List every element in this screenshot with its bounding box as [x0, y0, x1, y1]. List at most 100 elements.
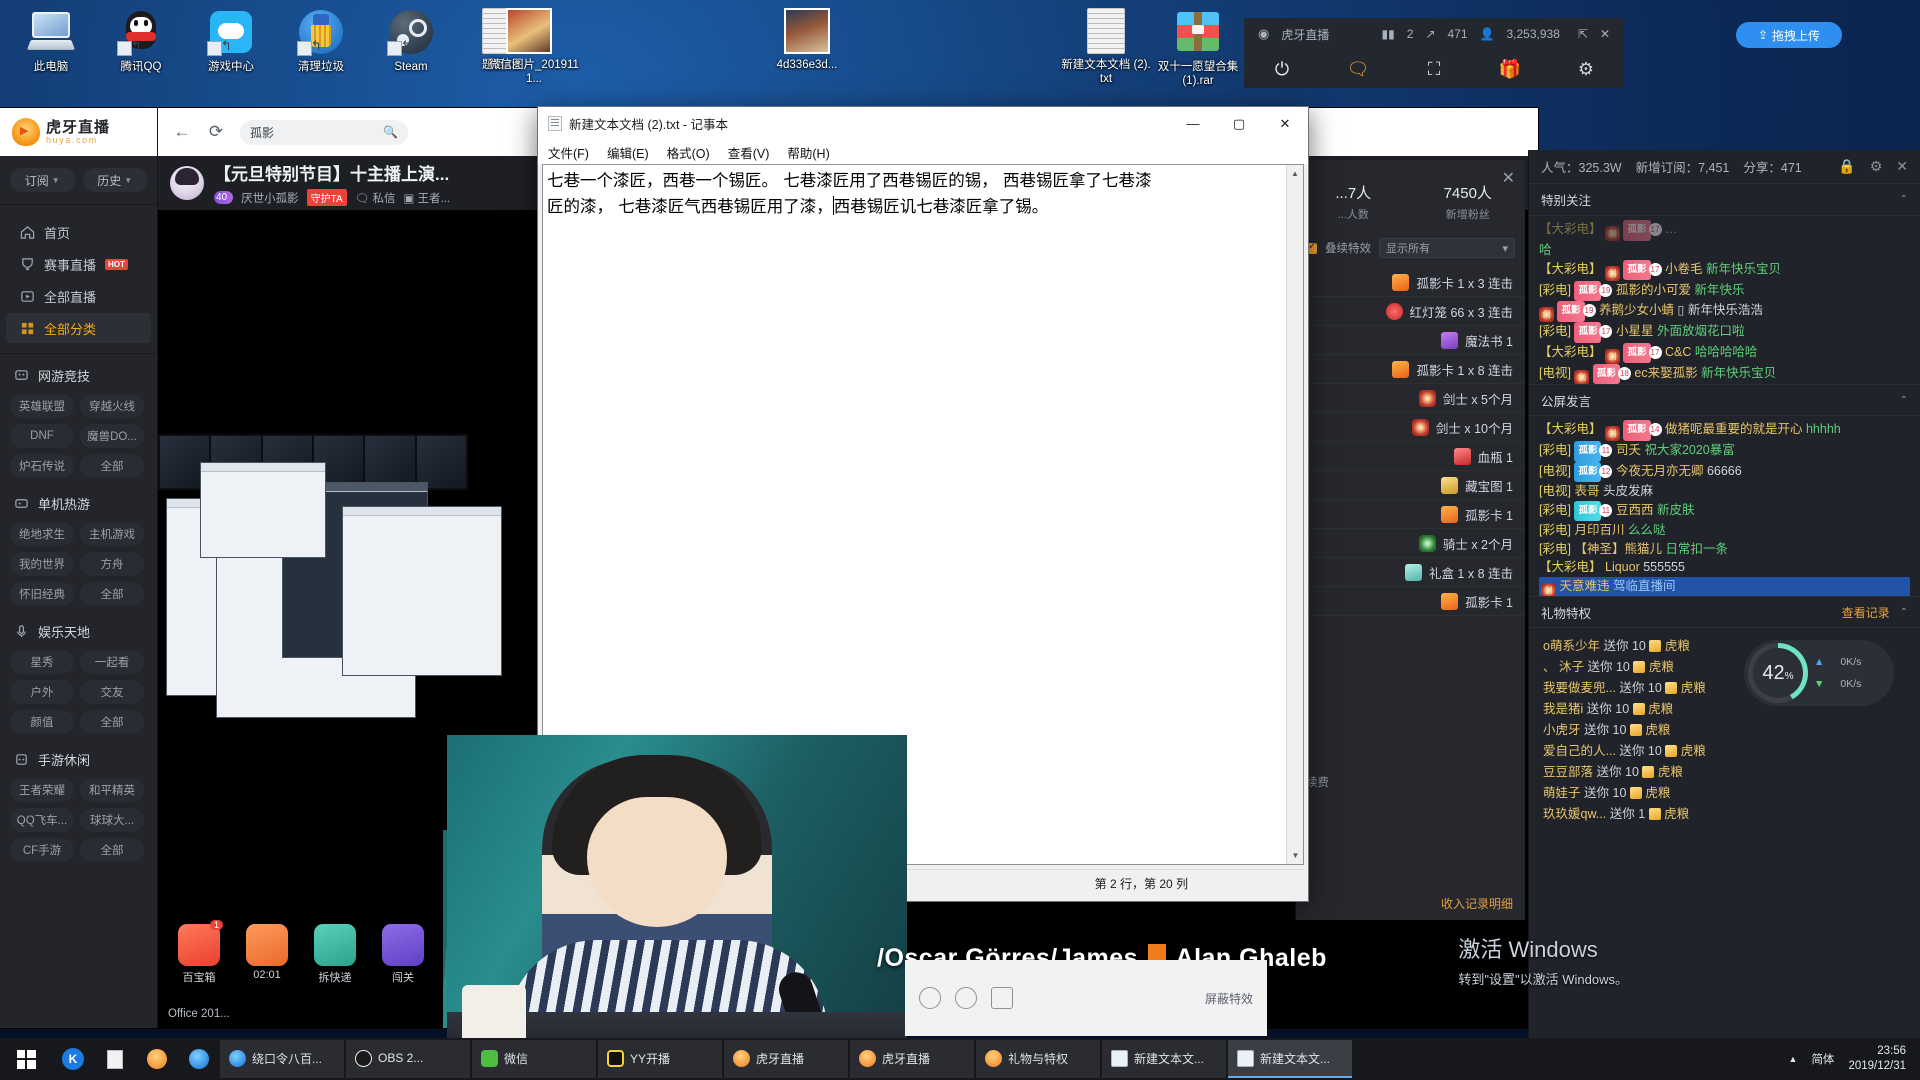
quick-action-treasure[interactable]: 1 百宝箱	[176, 920, 223, 985]
chat-nick[interactable]: 养鹅少女小蜻	[1599, 303, 1674, 317]
taskbar-button-yy[interactable]: YY开播	[598, 1040, 722, 1078]
gear-icon[interactable]: ⚙	[1870, 158, 1883, 175]
guard-button[interactable]: 守护TA	[306, 189, 347, 206]
gift-sender[interactable]: 我是猪i	[1543, 702, 1583, 716]
category-tag[interactable]: 全部	[80, 454, 144, 478]
category-tag[interactable]: DNF	[10, 424, 74, 448]
font-icon[interactable]	[991, 987, 1013, 1009]
category-tag[interactable]: 方舟	[80, 552, 144, 576]
sidebar-item-events[interactable]: 赛事直播 HOT	[6, 249, 151, 279]
close-button[interactable]: ✕	[1262, 107, 1308, 140]
desktop-icon-wechat-image[interactable]: 微信图片_2019111...	[470, 8, 580, 86]
view-records-link[interactable]: 查看记录	[1842, 604, 1890, 621]
chat-nick[interactable]: 天意难违	[1559, 579, 1609, 593]
close-icon[interactable]: ✕	[1896, 158, 1908, 175]
thumbnail[interactable]	[416, 436, 466, 488]
category-tag[interactable]: 绝地求生	[10, 522, 74, 546]
special-attention-header[interactable]: 特别关注 ⌃	[1529, 184, 1920, 216]
avatar[interactable]	[170, 166, 204, 200]
category-tag[interactable]: 主机游戏	[80, 522, 144, 546]
menu-file[interactable]: 文件(F)	[548, 143, 589, 162]
search-box[interactable]: 🔍	[240, 119, 408, 145]
chat-input-bar[interactable]: 屏蔽特效	[905, 960, 1267, 1036]
taskbar-button-notepad-2[interactable]: 新建文本文...	[1228, 1040, 1352, 1078]
chevron-up-icon[interactable]: ⌃	[1900, 607, 1908, 618]
anchor-name[interactable]: 厌世小孤影	[241, 190, 299, 206]
category-tag[interactable]: 全部	[80, 710, 144, 734]
game-tag[interactable]: ▣ 王者...	[403, 190, 450, 206]
menu-format[interactable]: 格式(O)	[667, 143, 710, 162]
desktop-icon-steam[interactable]: Steam	[368, 8, 454, 74]
kingsoft-icon[interactable]: K	[52, 1038, 94, 1080]
gift-privilege-header[interactable]: 礼物特权 查看记录 ⌃	[1529, 596, 1920, 628]
pill-history[interactable]: 历史 ▼	[82, 168, 147, 192]
desktop-icon-game-center[interactable]: 游戏中心	[188, 8, 274, 74]
menu-view[interactable]: 查看(V)	[728, 143, 770, 162]
chat-bubble-icon[interactable]: 🗨	[1320, 59, 1396, 80]
chat-nick[interactable]: 小星星	[1616, 324, 1654, 338]
ime-indicator[interactable]: 简体	[1811, 1051, 1834, 1067]
file-explorer-icon[interactable]	[94, 1038, 136, 1080]
category-tag[interactable]: CF手游	[10, 838, 74, 862]
chat-nick[interactable]: ec来娶孤影	[1634, 366, 1697, 380]
thumbnail[interactable]	[365, 436, 415, 488]
category-tag[interactable]: 星秀	[10, 650, 74, 674]
category-tag[interactable]: 英雄联盟	[10, 394, 74, 418]
gift-filter-select[interactable]: 显示所有 ▾	[1379, 238, 1515, 258]
public-chat-header[interactable]: 公屏发言 ⌃	[1529, 384, 1920, 416]
notepad-scrollbar[interactable]: ▲ ▼	[1286, 165, 1303, 864]
search-icon[interactable]: 🔍	[383, 125, 398, 139]
desktop-icon-this-pc[interactable]: 此电脑	[8, 8, 94, 74]
sidebar-item-home[interactable]: 首页	[6, 217, 151, 247]
huya-logo[interactable]: 虎牙直播 huya.com	[0, 108, 157, 156]
quick-action-parcel[interactable]: 拆快递	[312, 924, 358, 985]
gift-sender[interactable]: 爱自己的人...	[1543, 744, 1616, 758]
pill-subscriptions[interactable]: 订阅 ▼	[10, 168, 75, 192]
close-icon[interactable]: ✕	[1502, 168, 1515, 188]
gift-sender[interactable]: 我要做麦兜...	[1543, 681, 1616, 695]
gift-icon[interactable]: 🎁	[1472, 59, 1548, 80]
huya-mini-toolbar[interactable]: ◉ 虎牙直播 ▮▮ 2 ↗ 471 👤 3,253,938 ⇱ ✕ ⏻ 🗨 ⛶ …	[1244, 18, 1624, 88]
quick-action-game[interactable]: 闯关	[380, 924, 426, 985]
gift-sender[interactable]: 豆豆部落	[1543, 765, 1593, 779]
close-icon[interactable]: ✕	[1600, 27, 1610, 41]
notepad-titlebar[interactable]: 新建文本文档 (2).txt - 记事本 — ▢ ✕	[538, 107, 1308, 140]
screenshot-icon[interactable]: ⛶	[1396, 59, 1472, 80]
category-tag[interactable]: 我的世界	[10, 552, 74, 576]
gift-sender[interactable]: 萌娃子	[1543, 786, 1581, 800]
taskbar-button-huya-1[interactable]: 虎牙直播	[724, 1040, 848, 1078]
screen-effect-toggle[interactable]: 屏蔽特效	[1205, 990, 1253, 1007]
chat-nick[interactable]: C&C	[1665, 345, 1691, 359]
chat-nick[interactable]: 小卷毛	[1665, 262, 1703, 276]
lock-icon[interactable]: 🔒	[1838, 158, 1855, 175]
menu-help[interactable]: 帮助(H)	[787, 143, 829, 162]
chat-nick[interactable]: 月印百川	[1574, 523, 1624, 537]
category-tag[interactable]: 交友	[80, 680, 144, 704]
desktop-icon-rar-archive[interactable]: 双十一愿望合集(1).rar	[1152, 8, 1244, 88]
gear-icon[interactable]: ⚙	[1548, 59, 1624, 80]
category-tag[interactable]: 球球大...	[80, 808, 144, 832]
taskbar-button-huya-2[interactable]: 虎牙直播	[850, 1040, 974, 1078]
income-records-link[interactable]: 收入记录明细	[1296, 887, 1525, 920]
sidebar-item-all-categories[interactable]: 全部分类	[6, 313, 151, 343]
gift-sender[interactable]: o萌系少年	[1543, 639, 1600, 653]
gift-sender[interactable]: 玖玖媛qw...	[1543, 807, 1606, 821]
chat-nick[interactable]: 做猪呢最重要的就是开心	[1665, 422, 1803, 436]
chevron-up-icon[interactable]: ⌃	[1900, 395, 1908, 406]
category-tag[interactable]: 和平精英	[80, 778, 144, 802]
category-tag[interactable]: 颜值	[10, 710, 74, 734]
chat-nick[interactable]: 今夜无月亦无卿	[1616, 464, 1704, 478]
category-tag[interactable]: 户外	[10, 680, 74, 704]
windows-start-icon[interactable]	[0, 1038, 52, 1080]
menu-edit[interactable]: 编辑(E)	[607, 143, 649, 162]
category-tag[interactable]: 炉石传说	[10, 454, 74, 478]
pm-button[interactable]: 🗨 私信	[355, 190, 396, 206]
gift-sender[interactable]: 小虎牙	[1543, 723, 1581, 737]
chat-nick[interactable]: 司夭	[1616, 443, 1641, 457]
chat-nick[interactable]: 豆西西	[1616, 503, 1654, 517]
scroll-up-arrow[interactable]: ▲	[1287, 165, 1303, 182]
desktop-icon-4d336e3d[interactable]: 4d336e3d...	[752, 8, 862, 72]
category-tag[interactable]: 王者荣耀	[10, 778, 74, 802]
taskbar-button-obs[interactable]: OBS 2...	[346, 1040, 470, 1078]
pin-icon[interactable]: ⇱	[1578, 27, 1588, 41]
